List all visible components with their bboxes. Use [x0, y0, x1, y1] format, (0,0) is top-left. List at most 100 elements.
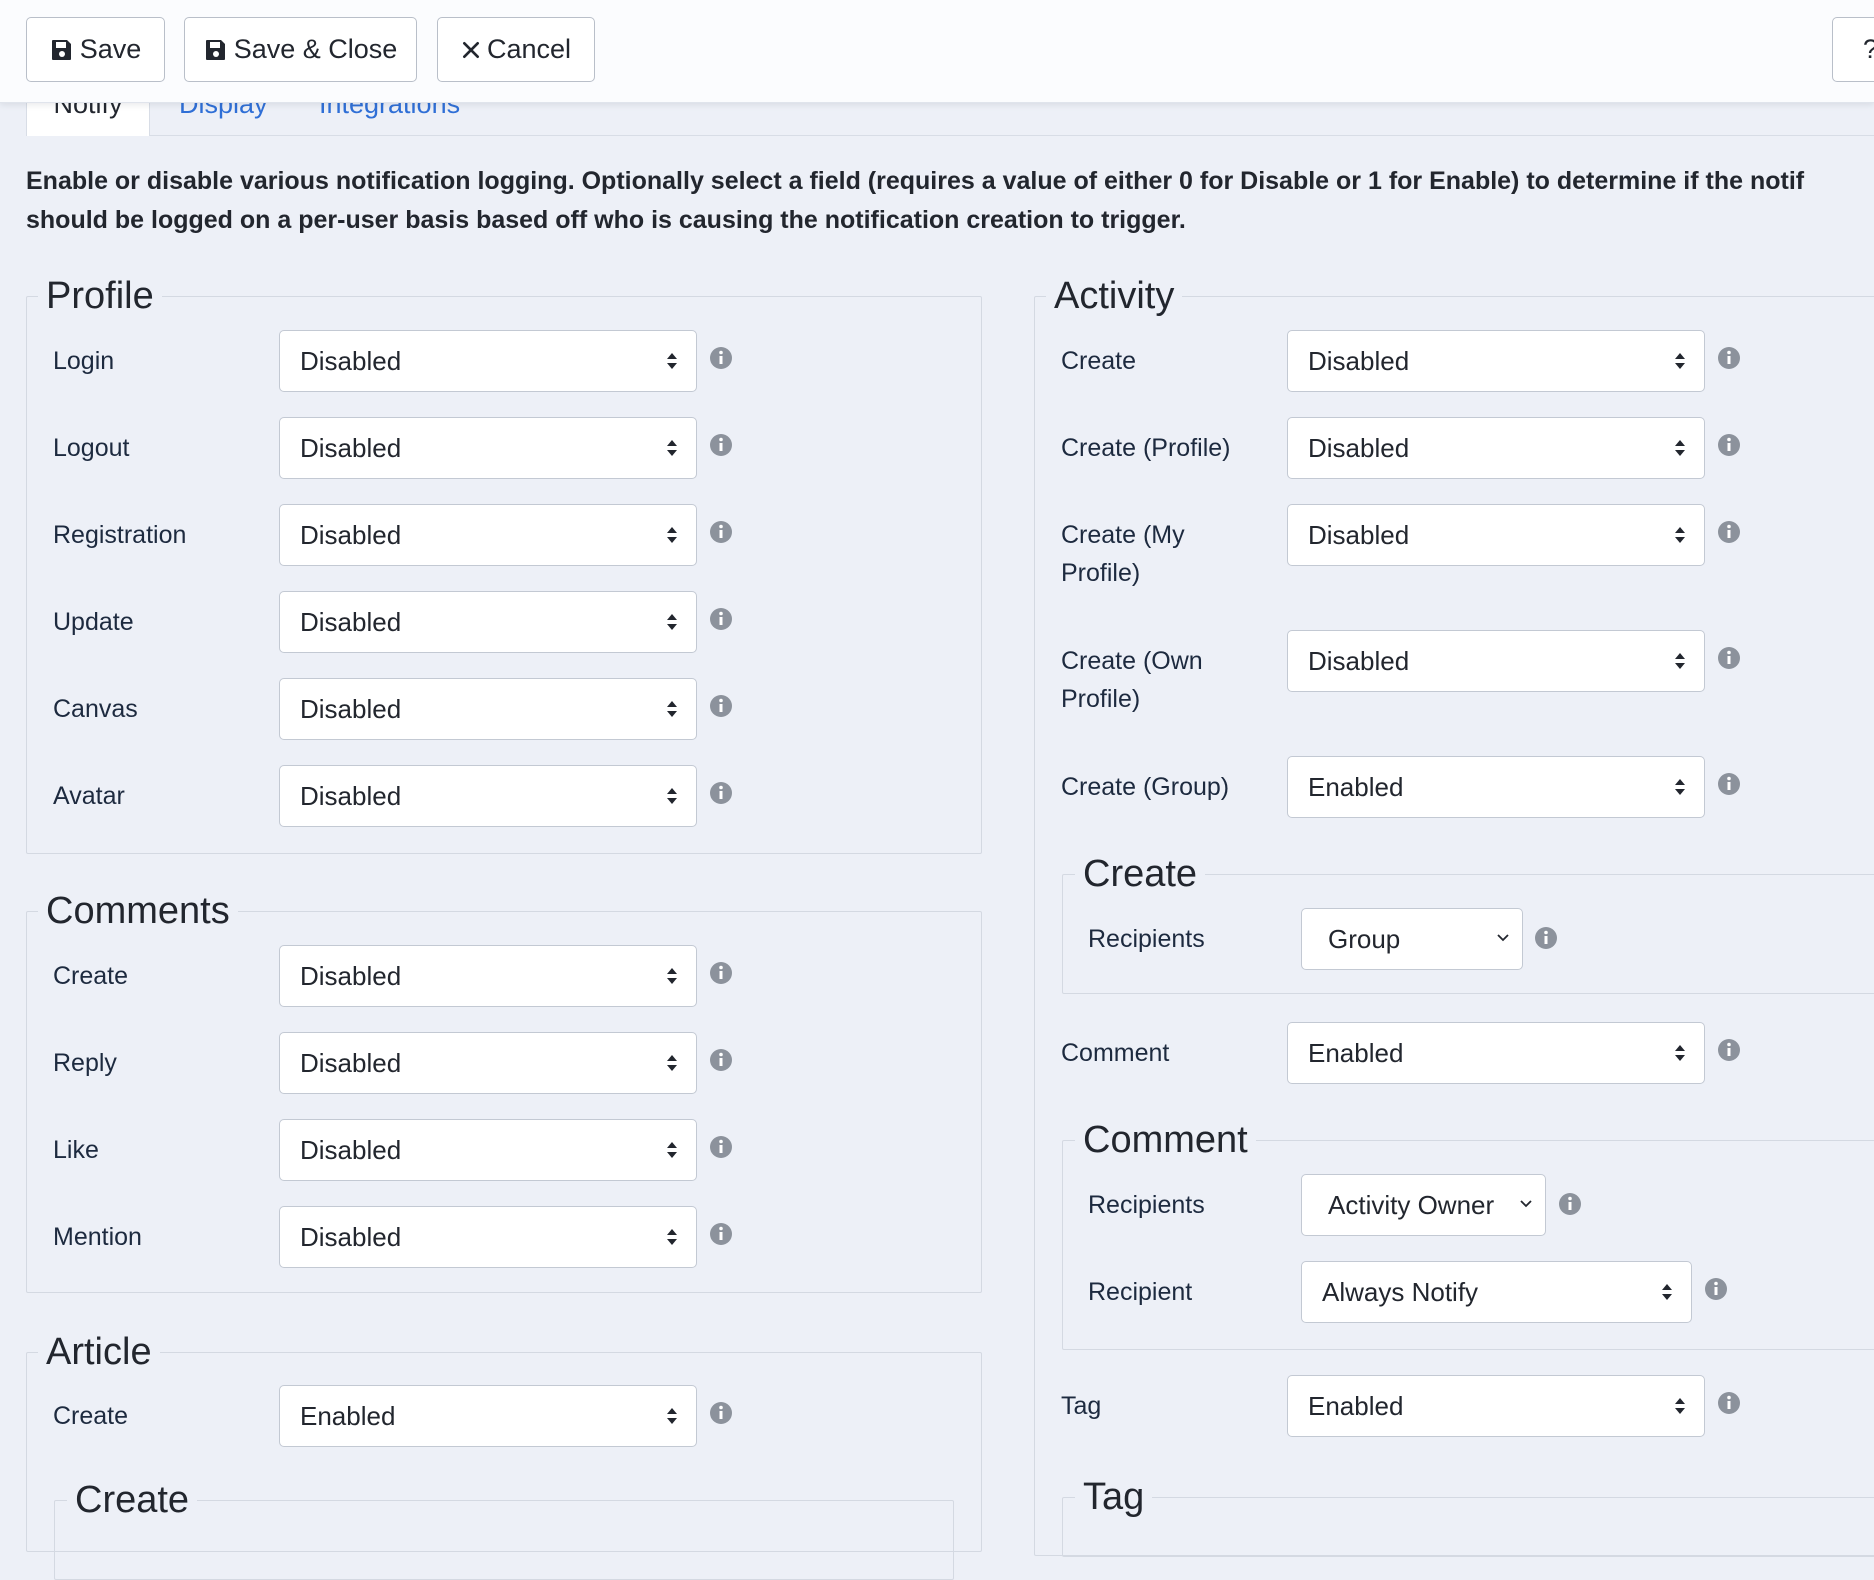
- comments-legend: Comments: [38, 888, 238, 934]
- sort-arrows-icon: [667, 440, 677, 456]
- select-activity-comment[interactable]: Enabled: [1287, 1022, 1705, 1084]
- label-comments-reply: Reply: [53, 1049, 117, 1077]
- select-profile-login[interactable]: Disabled: [279, 330, 697, 392]
- label-profile-update: Update: [53, 608, 134, 636]
- close-icon: [462, 41, 479, 58]
- select-profile-logout[interactable]: Disabled: [279, 417, 697, 479]
- label-line-1: Create (My: [1061, 521, 1185, 549]
- sort-arrows-icon: [667, 701, 677, 717]
- cancel-button[interactable]: Cancel: [437, 17, 595, 82]
- select-value: Disabled: [300, 1221, 402, 1252]
- select-activity-create-my-profile[interactable]: Disabled: [1287, 504, 1705, 566]
- select-comment-recipients[interactable]: Activity Owner: [1301, 1174, 1546, 1236]
- info-icon[interactable]: [709, 520, 733, 544]
- sort-arrows-icon: [667, 788, 677, 804]
- info-icon[interactable]: [709, 694, 733, 718]
- info-icon[interactable]: [709, 607, 733, 631]
- select-value: Disabled: [300, 606, 402, 637]
- info-icon[interactable]: [1704, 1277, 1728, 1301]
- label-comments-like: Like: [53, 1136, 99, 1164]
- select-value: Disabled: [1308, 432, 1410, 463]
- info-icon[interactable]: [709, 1048, 733, 1072]
- select-value: Disabled: [300, 780, 402, 811]
- description-line-1: Enable or disable various notification l…: [26, 167, 1805, 195]
- info-icon[interactable]: [1717, 346, 1741, 370]
- select-profile-update[interactable]: Disabled: [279, 591, 697, 653]
- info-icon[interactable]: [709, 1401, 733, 1425]
- info-icon[interactable]: [1717, 772, 1741, 796]
- toolbar: Save Save & Close Cancel ?: [0, 0, 1874, 103]
- select-activity-create-own-profile[interactable]: Disabled: [1287, 630, 1705, 692]
- select-article-create[interactable]: Enabled: [279, 1385, 697, 1447]
- info-icon[interactable]: [709, 346, 733, 370]
- label-profile-registration: Registration: [53, 521, 187, 549]
- select-activity-tag[interactable]: Enabled: [1287, 1375, 1705, 1437]
- select-value: Disabled: [1308, 645, 1410, 676]
- label-comment-recipients: Recipients: [1088, 1191, 1205, 1219]
- label-profile-login: Login: [53, 347, 115, 375]
- label-line-2: Profile): [1061, 559, 1141, 587]
- select-value: Enabled: [1308, 1037, 1404, 1068]
- label-article-create: Create: [53, 1402, 129, 1430]
- select-value: Enabled: [1308, 771, 1404, 802]
- sort-arrows-icon: [667, 1229, 677, 1245]
- info-icon[interactable]: [709, 961, 733, 985]
- info-icon[interactable]: [1558, 1192, 1582, 1216]
- save-close-label: Save & Close: [233, 34, 398, 64]
- cancel-label: Cancel: [486, 34, 572, 64]
- sort-arrows-icon: [1662, 1284, 1672, 1300]
- info-icon[interactable]: [709, 1135, 733, 1159]
- activity-comment-legend: Comment: [1075, 1117, 1256, 1163]
- label-create-recipients: Recipients: [1088, 925, 1205, 953]
- select-comments-create[interactable]: Disabled: [279, 945, 697, 1007]
- info-icon[interactable]: [709, 433, 733, 457]
- select-comments-mention[interactable]: Disabled: [279, 1206, 697, 1268]
- select-profile-registration[interactable]: Disabled: [279, 504, 697, 566]
- label-line-2: Profile): [1061, 685, 1141, 713]
- help-label: ?: [1863, 34, 1874, 65]
- info-icon[interactable]: [1717, 1391, 1741, 1415]
- select-value: Disabled: [300, 519, 402, 550]
- save-button[interactable]: Save: [26, 17, 165, 82]
- label-profile-canvas: Canvas: [53, 695, 138, 723]
- sort-arrows-icon: [667, 968, 677, 984]
- info-icon[interactable]: [1717, 1038, 1741, 1062]
- select-value: Disabled: [300, 1047, 402, 1078]
- select-activity-create[interactable]: Disabled: [1287, 330, 1705, 392]
- label-profile-avatar: Avatar: [53, 782, 125, 810]
- info-icon[interactable]: [709, 1222, 733, 1246]
- label-line-1: Create (Own: [1061, 647, 1203, 675]
- sort-arrows-icon: [667, 614, 677, 630]
- article-create-legend: Create: [67, 1477, 198, 1523]
- info-icon[interactable]: [1717, 646, 1741, 670]
- select-comments-like[interactable]: Disabled: [279, 1119, 697, 1181]
- label-activity-create-profile: Create (Profile): [1061, 434, 1231, 462]
- select-activity-create-profile[interactable]: Disabled: [1287, 417, 1705, 479]
- select-value: Activity Owner: [1328, 1189, 1495, 1220]
- select-value: Always Notify: [1322, 1276, 1479, 1307]
- select-profile-avatar[interactable]: Disabled: [279, 765, 697, 827]
- label-comment-recipient: Recipient: [1088, 1278, 1193, 1306]
- activity-tag-fieldset: Tag: [1062, 1474, 1874, 1557]
- sort-arrows-icon: [1675, 779, 1685, 795]
- info-icon[interactable]: [1534, 926, 1558, 950]
- select-comments-reply[interactable]: Disabled: [279, 1032, 697, 1094]
- select-profile-canvas[interactable]: Disabled: [279, 678, 697, 740]
- save-close-button[interactable]: Save & Close: [184, 17, 417, 82]
- sort-arrows-icon: [667, 1142, 677, 1158]
- select-value: Disabled: [300, 693, 402, 724]
- chevron-down-icon: [1497, 934, 1509, 942]
- select-value: Disabled: [300, 1134, 402, 1165]
- article-create-fieldset: Create: [54, 1477, 954, 1580]
- select-create-recipients[interactable]: Group: [1301, 908, 1523, 970]
- activity-create-legend: Create: [1075, 851, 1206, 897]
- help-button[interactable]: ?: [1832, 17, 1874, 82]
- select-activity-create-group[interactable]: Enabled: [1287, 756, 1705, 818]
- info-icon[interactable]: [1717, 520, 1741, 544]
- sort-arrows-icon: [667, 527, 677, 543]
- info-icon[interactable]: [1717, 433, 1741, 457]
- select-value: Disabled: [300, 432, 402, 463]
- info-icon[interactable]: [709, 781, 733, 805]
- floppy-disk-icon: [51, 39, 71, 60]
- select-comment-recipient[interactable]: Always Notify: [1301, 1261, 1692, 1323]
